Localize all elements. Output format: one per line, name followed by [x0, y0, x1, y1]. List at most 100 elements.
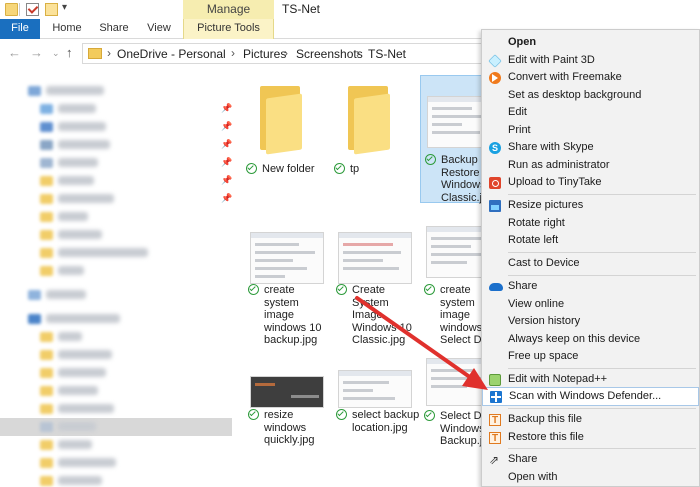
recent-locations-chevron-icon[interactable]: ⌄: [52, 48, 60, 59]
address-bar[interactable]: › OneDrive - Personal › Pictures › Scree…: [82, 43, 502, 64]
menu-item-open-with[interactable]: Open with: [482, 469, 699, 487]
nav-item-blurred[interactable]: [0, 244, 232, 262]
file-item-image[interactable]: Select DriveWindowsBackup.jpg: [420, 356, 482, 466]
breadcrumb-ts-net[interactable]: TS-Net: [368, 47, 406, 61]
file-item-image[interactable]: Create System Image Windows 10 Classic.jpg: [332, 226, 420, 346]
up-arrow-icon[interactable]: ↑: [66, 45, 73, 60]
nav-item-blurred[interactable]: [0, 208, 232, 226]
file-item-image[interactable]: resize windows quickly.jpg: [244, 366, 332, 456]
nav-item-blurred[interactable]: [0, 226, 232, 244]
menu-item-edit-with-paint-3d[interactable]: Edit with Paint 3D: [482, 52, 699, 70]
file-item-image[interactable]: select backup location.jpg: [332, 366, 420, 456]
pin-icon: 📌: [221, 103, 232, 113]
file-name: resize windows quickly.jpg: [264, 409, 315, 446]
nav-item-blurred[interactable]: [0, 436, 232, 454]
nav-item-blurred[interactable]: [0, 346, 232, 364]
nav-item-blurred[interactable]: 📌: [0, 100, 232, 118]
quick-access-properties-icon[interactable]: [26, 3, 39, 16]
nav-item-selected-blurred[interactable]: [0, 418, 232, 436]
menu-item-view-online[interactable]: View online: [482, 296, 699, 314]
image-thumbnail: [250, 376, 324, 408]
nav-item-blurred[interactable]: [0, 286, 232, 304]
pin-icon: 📌: [221, 139, 232, 149]
sync-status-icon: [246, 163, 257, 174]
menu-item-cast-to-device[interactable]: Cast to Device: [482, 255, 699, 273]
image-thumbnail: [427, 96, 482, 148]
file-name: select backup location.jpg: [352, 409, 420, 434]
menu-item-free-up-space[interactable]: Free up space: [482, 348, 699, 366]
nav-item-blurred[interactable]: [0, 400, 232, 418]
nav-item-blurred[interactable]: [0, 328, 232, 346]
onedrive-icon: [489, 283, 503, 291]
tab-home[interactable]: Home: [48, 19, 86, 39]
breadcrumb-pictures[interactable]: Pictures: [243, 47, 286, 61]
backup-icon: T: [489, 414, 501, 426]
menu-item-edit-with-notepadpp[interactable]: Edit with Notepad++: [482, 371, 699, 389]
quick-access-folder-icon[interactable]: [5, 3, 18, 16]
sync-status-icon: [248, 409, 259, 420]
window-title: TS-Net: [282, 2, 321, 16]
nav-item-blurred[interactable]: 📌: [0, 154, 232, 172]
quick-access-new-folder-icon[interactable]: [45, 3, 58, 16]
nav-item-blurred[interactable]: [0, 262, 232, 280]
menu-item-set-desktop-background[interactable]: Set as desktop background: [482, 87, 699, 105]
menu-item-share-with-skype[interactable]: S Share with Skype: [482, 139, 699, 157]
tab-view[interactable]: View: [142, 19, 176, 39]
menu-item-share[interactable]: ⇗ Share: [482, 451, 699, 469]
nav-item-blurred[interactable]: 📌: [0, 136, 232, 154]
menu-item-always-keep-on-device[interactable]: Always keep on this device: [482, 331, 699, 349]
nav-item-blurred[interactable]: [0, 82, 232, 100]
nav-item-blurred[interactable]: 📌: [0, 190, 232, 208]
file-name: BackupRestoreWindowsClassic.jpg: [441, 154, 482, 204]
menu-separator: [508, 408, 696, 409]
breadcrumb-separator: ›: [231, 46, 235, 60]
back-arrow-icon[interactable]: ←: [8, 45, 21, 60]
menu-item-print[interactable]: Print: [482, 122, 699, 140]
file-item-image[interactable]: create systemimagewindows 10Select Drive: [420, 226, 482, 346]
pin-icon: 📌: [221, 193, 232, 203]
file-item-folder[interactable]: tp: [330, 76, 418, 184]
menu-item-edit[interactable]: Edit: [482, 104, 699, 122]
menu-item-onedrive-share[interactable]: Share: [482, 278, 699, 296]
menu-item-upload-to-tinytake[interactable]: Upload to TinyTake: [482, 174, 699, 192]
nav-item-blurred[interactable]: 📌: [0, 118, 232, 136]
tab-share[interactable]: Share: [95, 19, 133, 39]
menu-item-open[interactable]: Open: [482, 34, 699, 52]
freemake-icon: [489, 72, 501, 84]
menu-item-restore-this-file[interactable]: T Restore this file: [482, 429, 699, 447]
skype-icon: S: [489, 142, 501, 154]
menu-item-backup-this-file[interactable]: T Backup this file: [482, 411, 699, 429]
menu-item-rotate-left[interactable]: Rotate left: [482, 232, 699, 250]
menu-item-convert-with-freemake[interactable]: Convert with Freemake: [482, 69, 699, 87]
file-name: create system image windows 10 backup.jpg: [264, 284, 322, 346]
tab-file[interactable]: File: [0, 19, 40, 39]
nav-item-blurred[interactable]: [0, 382, 232, 400]
breadcrumb-separator: ›: [284, 46, 288, 60]
image-thumbnail: [338, 232, 412, 284]
menu-item-scan-with-windows-defender[interactable]: Scan with Windows Defender...: [482, 387, 699, 406]
menu-item-rotate-right[interactable]: Rotate right: [482, 215, 699, 233]
menu-item-version-history[interactable]: Version history: [482, 313, 699, 331]
title-bar: ▾ Manage TS-Net: [0, 0, 700, 19]
nav-item-blurred[interactable]: [0, 454, 232, 472]
file-item-folder[interactable]: New folder: [242, 76, 330, 184]
breadcrumb-separator: ›: [356, 46, 360, 60]
tab-picture-tools[interactable]: Picture Tools: [183, 19, 274, 39]
sync-status-icon: [334, 163, 345, 174]
file-item-image-selected[interactable]: BackupRestoreWindowsClassic.jpg: [420, 75, 482, 204]
quick-access-dropdown-icon[interactable]: ▾: [62, 2, 67, 13]
nav-item-blurred[interactable]: [0, 364, 232, 382]
forward-arrow-icon[interactable]: →: [30, 45, 43, 60]
pin-icon: 📌: [221, 175, 232, 185]
nav-item-blurred[interactable]: 📌: [0, 172, 232, 190]
sync-status-icon: [424, 284, 435, 295]
file-item-image[interactable]: create system image windows 10 backup.jpg: [244, 226, 332, 346]
breadcrumb-screenshots[interactable]: Screenshots: [296, 47, 363, 61]
pin-icon: 📌: [221, 157, 232, 167]
share-icon: ⇗: [489, 453, 500, 467]
menu-item-resize-pictures[interactable]: Resize pictures: [482, 197, 699, 215]
nav-item-blurred[interactable]: [0, 310, 232, 328]
nav-item-blurred[interactable]: [0, 472, 232, 487]
breadcrumb-onedrive[interactable]: OneDrive - Personal: [117, 47, 226, 61]
menu-item-run-as-administrator[interactable]: Run as administrator: [482, 157, 699, 175]
